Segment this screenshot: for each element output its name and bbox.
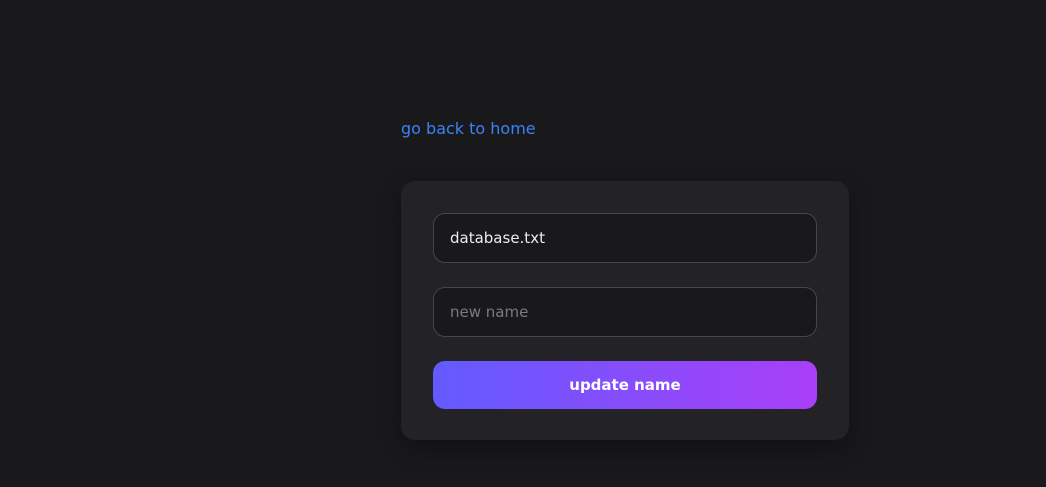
new-name-input[interactable] bbox=[433, 287, 817, 337]
current-name-input[interactable] bbox=[433, 213, 817, 263]
page: go back to home update name bbox=[0, 0, 1046, 487]
rename-form-card: update name bbox=[401, 181, 849, 440]
update-name-button[interactable]: update name bbox=[433, 361, 817, 409]
go-back-home-link[interactable]: go back to home bbox=[401, 119, 536, 139]
